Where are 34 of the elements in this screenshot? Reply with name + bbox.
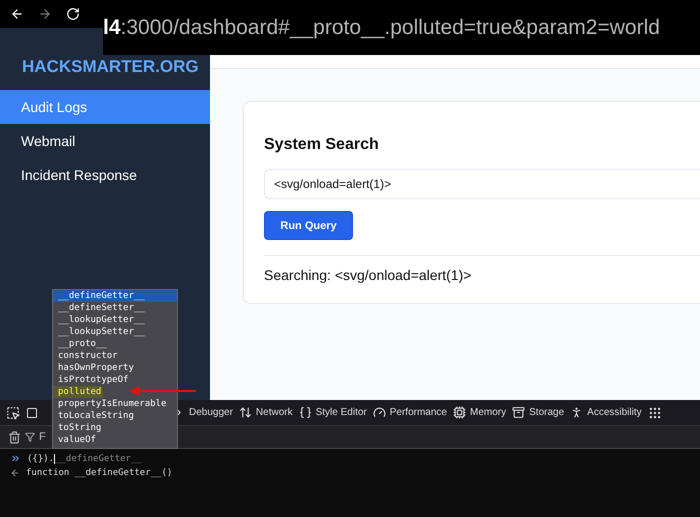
devtools-tab[interactable]: Accessibility — [570, 406, 642, 419]
devtools-tab[interactable]: Style Editor — [298, 406, 367, 419]
tab-label: Style Editor — [316, 407, 367, 418]
autocomplete-item[interactable]: toString — [53, 422, 177, 434]
autocomplete-item[interactable]: __defineSetter__ — [53, 302, 177, 314]
autocomplete-item[interactable]: constructor — [53, 350, 177, 362]
autocomplete-item[interactable]: __defineGetter__ — [53, 290, 177, 302]
autocomplete-item[interactable]: isPrototypeOf — [53, 374, 177, 386]
tab-label: Network — [256, 407, 293, 418]
tab-label: Memory — [470, 407, 506, 418]
autocomplete-item[interactable]: __lookupGetter__ — [53, 314, 177, 326]
tab-label: Performance — [390, 407, 447, 418]
sidebar-item[interactable]: Webmail — [0, 124, 210, 158]
autocomplete-item[interactable]: __proto__ — [53, 338, 177, 350]
devtools-tab[interactable]: Performance — [372, 406, 447, 419]
card-title: System Search — [264, 136, 380, 154]
tab-label: Accessibility — [587, 407, 642, 418]
console-input[interactable]: ({}).__defineGetter__ — [27, 454, 142, 464]
sidebar-item[interactable]: Audit Logs — [0, 90, 210, 124]
autocomplete-item[interactable]: valueOf — [53, 434, 177, 446]
autocomplete-item[interactable]: polluted — [53, 386, 103, 398]
console-output: function __defineGetter__() — [26, 468, 172, 478]
tab-label: Storage — [529, 407, 564, 418]
sidebar-item[interactable]: Incident Response — [0, 158, 210, 192]
tab-label: Debugger — [189, 407, 233, 418]
search-field[interactable]: <svg/onload=alert(1)> — [264, 169, 700, 199]
filter-field-text[interactable]: F — [39, 431, 46, 443]
run-query-button[interactable]: Run Query — [264, 211, 353, 240]
devtools-tab[interactable]: Storage — [512, 406, 564, 419]
autocomplete-item[interactable]: __lookupSetter__ — [53, 326, 177, 338]
devtools-tab[interactable]: Memory — [453, 406, 506, 419]
autocomplete-item[interactable]: hasOwnProperty — [53, 362, 177, 374]
devtools-tab[interactable]: Network — [238, 406, 293, 419]
search-result: Searching: <svg/onload=alert(1)> — [264, 267, 472, 283]
